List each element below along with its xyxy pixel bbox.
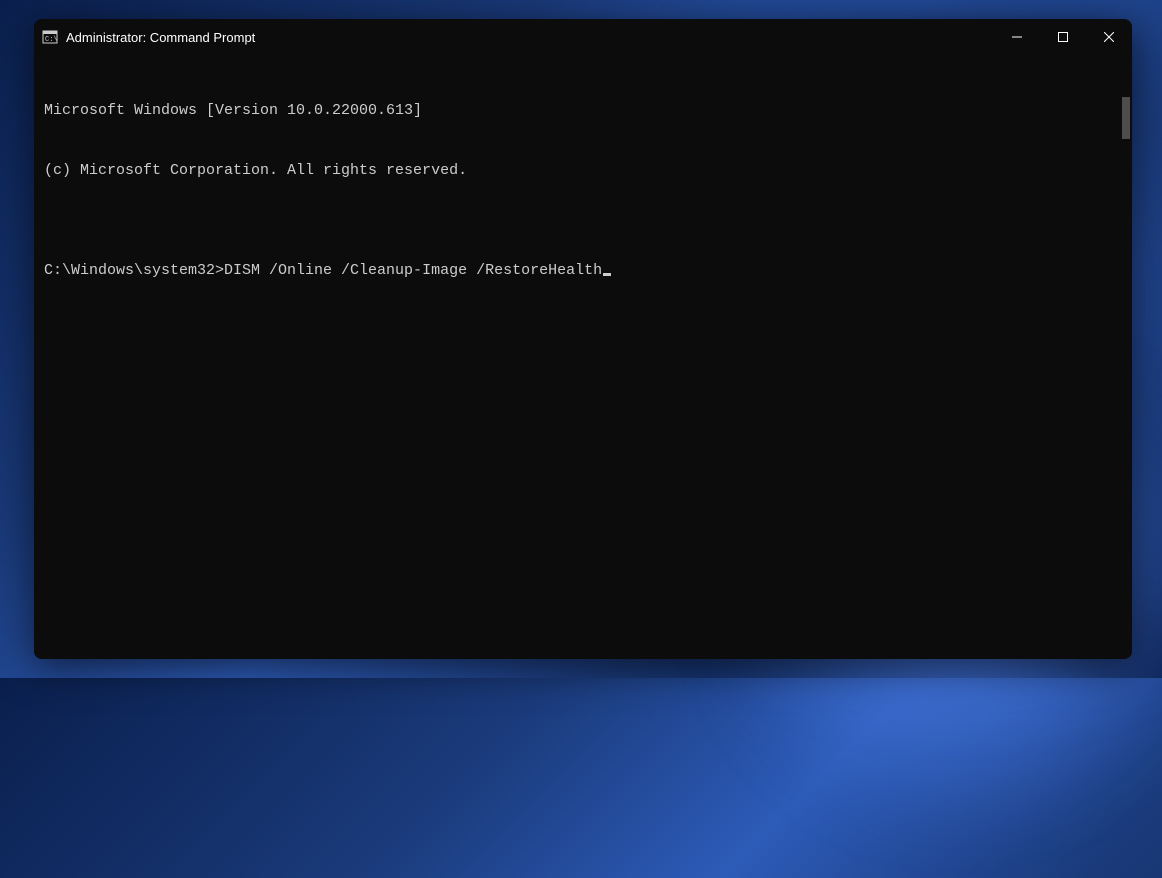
cmd-icon: C:\	[42, 29, 58, 45]
terminal-output[interactable]: Microsoft Windows [Version 10.0.22000.61…	[34, 55, 1132, 659]
maximize-button[interactable]	[1040, 19, 1086, 55]
close-button[interactable]	[1086, 19, 1132, 55]
copyright-line: (c) Microsoft Corporation. All rights re…	[44, 161, 1122, 181]
prompt-line: C:\Windows\system32>DISM /Online /Cleanu…	[44, 261, 1122, 281]
scrollbar[interactable]	[1122, 57, 1130, 657]
prompt-text: C:\Windows\system32>	[44, 261, 224, 281]
scrollbar-thumb[interactable]	[1122, 97, 1130, 139]
command-prompt-window: C:\ Administrator: Command Prompt	[34, 19, 1132, 659]
window-controls	[994, 19, 1132, 55]
minimize-button[interactable]	[994, 19, 1040, 55]
cursor	[603, 273, 611, 276]
minimize-icon	[1012, 32, 1022, 42]
svg-text:C:\: C:\	[45, 36, 58, 44]
maximize-icon	[1058, 32, 1068, 42]
version-line: Microsoft Windows [Version 10.0.22000.61…	[44, 101, 1122, 121]
titlebar[interactable]: C:\ Administrator: Command Prompt	[34, 19, 1132, 55]
close-icon	[1104, 32, 1114, 42]
window-title: Administrator: Command Prompt	[66, 30, 994, 45]
command-text: DISM /Online /Cleanup-Image /RestoreHeal…	[224, 261, 602, 281]
